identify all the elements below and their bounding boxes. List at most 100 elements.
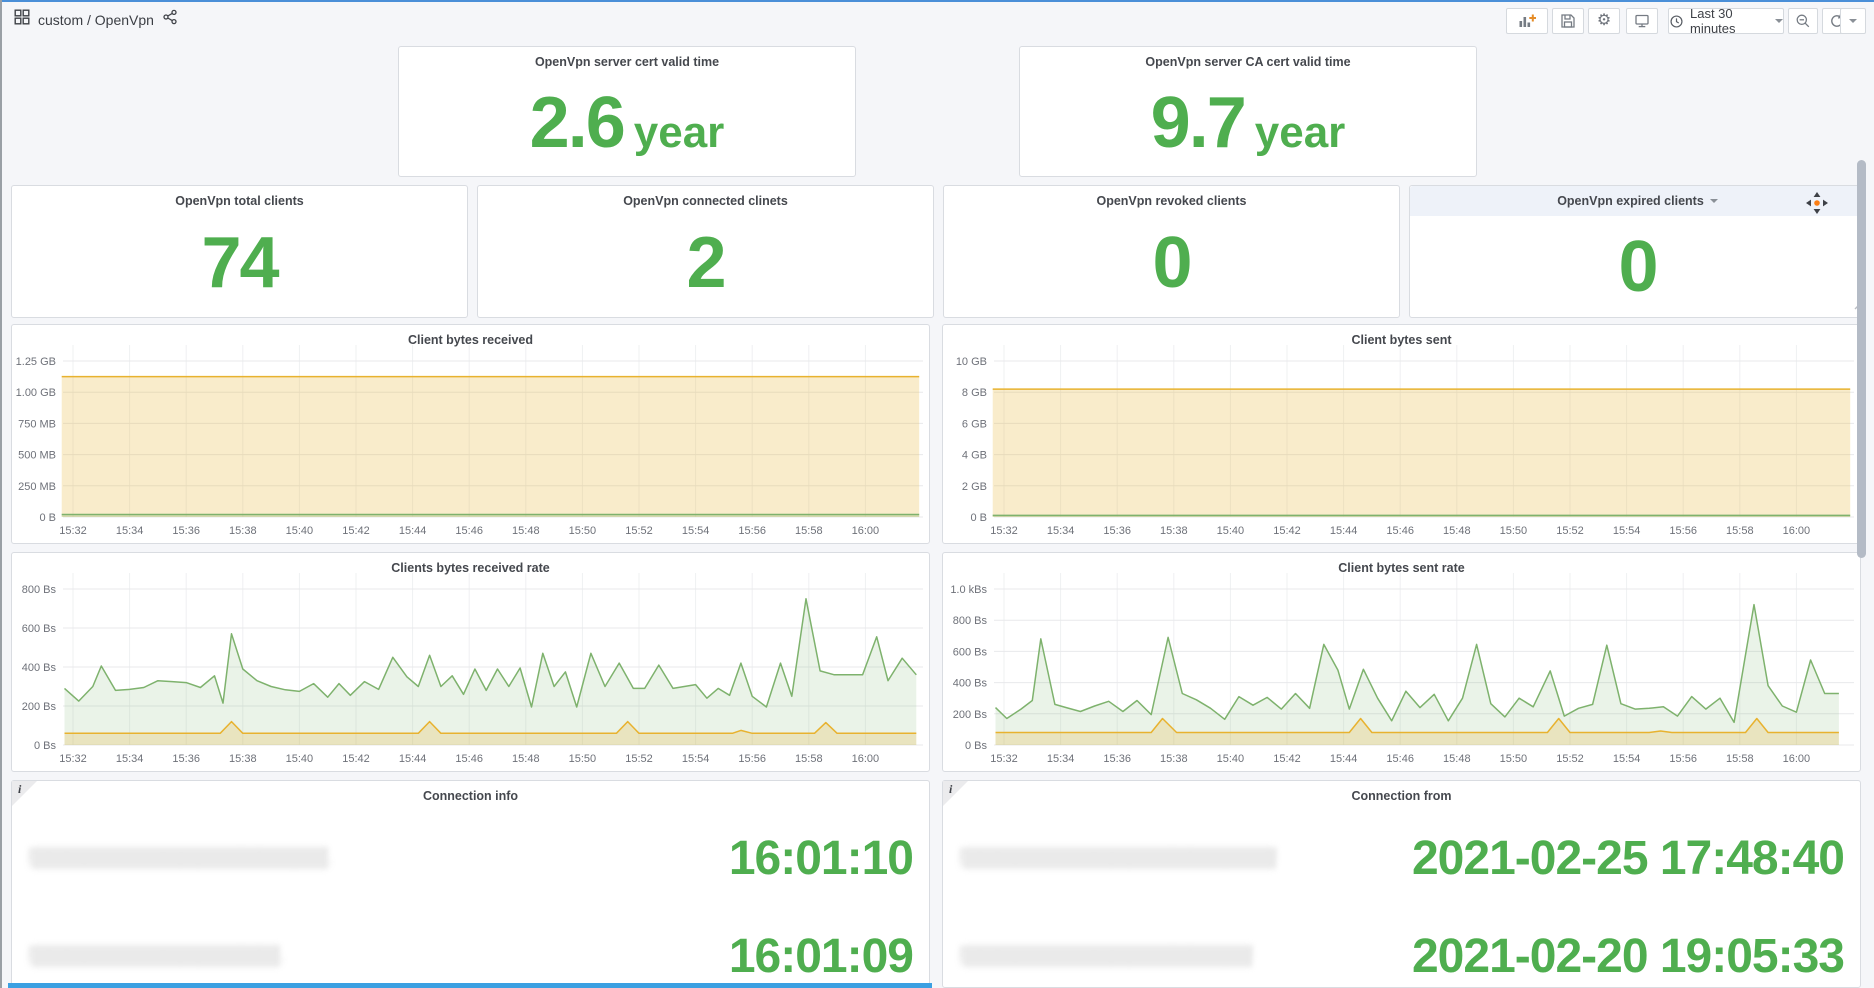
- table-row: 16:01:09: [30, 925, 913, 987]
- panel-title[interactable]: OpenVpn server cert valid time: [399, 47, 855, 69]
- svg-text:15:54: 15:54: [682, 753, 710, 765]
- svg-text:15:32: 15:32: [59, 525, 87, 537]
- panel-title[interactable]: OpenVpn expired clients: [1557, 194, 1704, 208]
- panel-title[interactable]: Client bytes received: [12, 325, 929, 347]
- table-row: 2021-02-20 19:05:33: [961, 925, 1844, 987]
- panel-drag-crosshair-icon[interactable]: [1805, 191, 1829, 220]
- svg-text:16:00: 16:00: [852, 525, 880, 537]
- panel-connection-info: i Connection info 16:01:10 16:01:09: [11, 780, 930, 988]
- magnifier-minus-icon: [1795, 13, 1811, 29]
- svg-text:1.0 kBs: 1.0 kBs: [950, 584, 987, 596]
- add-panel-button[interactable]: [1506, 8, 1548, 34]
- svg-text:750 MB: 750 MB: [18, 418, 56, 430]
- share-dashboard-icon[interactable]: [162, 9, 178, 30]
- panel-title[interactable]: OpenVpn total clients: [12, 186, 467, 208]
- svg-text:15:32: 15:32: [59, 753, 87, 765]
- panel-title[interactable]: Connection from: [943, 781, 1860, 803]
- svg-text:15:50: 15:50: [1500, 525, 1528, 537]
- svg-text:15:34: 15:34: [1047, 753, 1075, 765]
- svg-text:15:36: 15:36: [1103, 753, 1131, 765]
- breadcrumb: custom / OpenVpn: [14, 9, 178, 30]
- svg-text:15:54: 15:54: [1613, 753, 1641, 765]
- svg-text:15:46: 15:46: [455, 753, 483, 765]
- panel-title[interactable]: OpenVpn server CA cert valid time: [1020, 47, 1476, 69]
- panel-title[interactable]: Clients bytes received rate: [12, 553, 929, 575]
- stat-number: 2.6: [530, 87, 624, 159]
- svg-text:15:52: 15:52: [1556, 525, 1584, 537]
- svg-text:15:32: 15:32: [990, 525, 1018, 537]
- table-row: 16:01:10: [30, 827, 913, 889]
- panel-info-corner-icon[interactable]: i: [12, 781, 37, 806]
- svg-text:15:48: 15:48: [1443, 753, 1471, 765]
- svg-text:500 MB: 500 MB: [18, 450, 56, 462]
- svg-text:15:40: 15:40: [286, 753, 314, 765]
- save-icon: [1560, 13, 1576, 29]
- panel-info-corner-icon[interactable]: i: [943, 781, 968, 806]
- svg-text:15:38: 15:38: [1160, 525, 1188, 537]
- svg-text:15:52: 15:52: [625, 525, 653, 537]
- connection-date-value: 2021-02-25 17:48:40: [1412, 831, 1844, 886]
- svg-text:800 Bs: 800 Bs: [953, 615, 988, 627]
- svg-text:15:36: 15:36: [1103, 525, 1131, 537]
- cycle-view-mode-button[interactable]: [1626, 8, 1658, 34]
- svg-text:800 Bs: 800 Bs: [22, 584, 57, 596]
- svg-text:15:58: 15:58: [1726, 753, 1754, 765]
- svg-text:15:50: 15:50: [569, 525, 597, 537]
- svg-text:15:54: 15:54: [682, 525, 710, 537]
- svg-text:15:34: 15:34: [1047, 525, 1075, 537]
- stat-unit: year: [1255, 111, 1346, 155]
- svg-text:15:42: 15:42: [1273, 525, 1301, 537]
- panel-bytes-received-rate: 800 Bs600 Bs400 Bs200 Bs0 Bs15:3215:3415…: [11, 552, 930, 772]
- svg-text:15:50: 15:50: [569, 753, 597, 765]
- window-left-edge: [0, 0, 2, 988]
- svg-text:15:58: 15:58: [1726, 525, 1754, 537]
- svg-text:15:34: 15:34: [116, 525, 144, 537]
- svg-text:15:52: 15:52: [625, 753, 653, 765]
- panel-title[interactable]: OpenVpn connected clinets: [478, 186, 933, 208]
- svg-text:600 Bs: 600 Bs: [22, 623, 57, 635]
- dashboard-topbar: custom / OpenVpn: [0, 0, 1874, 44]
- panel-title[interactable]: Connection info: [12, 781, 929, 803]
- refresh-interval-picker[interactable]: [1840, 8, 1866, 34]
- svg-text:15:36: 15:36: [172, 525, 200, 537]
- svg-text:15:44: 15:44: [1330, 753, 1358, 765]
- bottom-cut-line: [8, 983, 932, 988]
- svg-text:200 Bs: 200 Bs: [953, 709, 988, 721]
- save-dashboard-button[interactable]: [1552, 8, 1584, 34]
- svg-text:15:40: 15:40: [1217, 753, 1245, 765]
- svg-text:15:56: 15:56: [738, 753, 766, 765]
- dashboards-grid-icon[interactable]: [14, 9, 30, 30]
- breadcrumb-title[interactable]: custom / OpenVpn: [38, 12, 154, 28]
- grafana-dashboard: custom / OpenVpn: [0, 0, 1874, 988]
- time-series-plot[interactable]: 10 GB8 GB6 GB4 GB2 GB0 B15:3215:3415:361…: [943, 325, 1862, 550]
- panel-title[interactable]: Client bytes sent rate: [943, 553, 1860, 575]
- panel-revoked-clients: OpenVpn revoked clients 0: [943, 185, 1400, 318]
- time-series-plot[interactable]: 1.25 GB1.00 GB750 MB500 MB250 MB0 B15:32…: [12, 325, 931, 550]
- svg-text:15:48: 15:48: [1443, 525, 1471, 537]
- svg-text:15:40: 15:40: [1217, 525, 1245, 537]
- redacted-client-name: [30, 847, 330, 869]
- chevron-down-icon: [1775, 19, 1783, 23]
- svg-text:6 GB: 6 GB: [962, 418, 987, 430]
- vertical-scrollbar-thumb[interactable]: [1857, 160, 1866, 558]
- chevron-down-icon: [1849, 19, 1857, 23]
- panel-title[interactable]: OpenVpn revoked clients: [944, 186, 1399, 208]
- time-range-picker[interactable]: Last 30 minutes: [1668, 8, 1784, 34]
- panel-menu-chevron-icon[interactable]: [1710, 199, 1718, 203]
- svg-text:15:34: 15:34: [116, 753, 144, 765]
- stat-number: 0: [1152, 227, 1190, 299]
- clock-icon: [1669, 14, 1684, 29]
- dashboard-settings-button[interactable]: ⚙: [1588, 8, 1620, 34]
- svg-text:600 Bs: 600 Bs: [953, 646, 988, 658]
- svg-text:15:38: 15:38: [229, 525, 257, 537]
- svg-text:8 GB: 8 GB: [962, 387, 987, 399]
- time-series-plot[interactable]: 1.0 kBs800 Bs600 Bs400 Bs200 Bs0 Bs15:32…: [943, 553, 1862, 778]
- svg-text:15:42: 15:42: [1273, 753, 1301, 765]
- time-series-plot[interactable]: 800 Bs600 Bs400 Bs200 Bs0 Bs15:3215:3415…: [12, 553, 931, 778]
- svg-text:15:54: 15:54: [1613, 525, 1641, 537]
- panel-title[interactable]: Client bytes sent: [943, 325, 1860, 347]
- zoom-out-time-button[interactable]: [1788, 8, 1818, 34]
- connection-date-value: 2021-02-20 19:05:33: [1412, 929, 1844, 984]
- monitor-icon: [1634, 13, 1650, 29]
- panel-header-hovered[interactable]: OpenVpn expired clients: [1410, 186, 1865, 216]
